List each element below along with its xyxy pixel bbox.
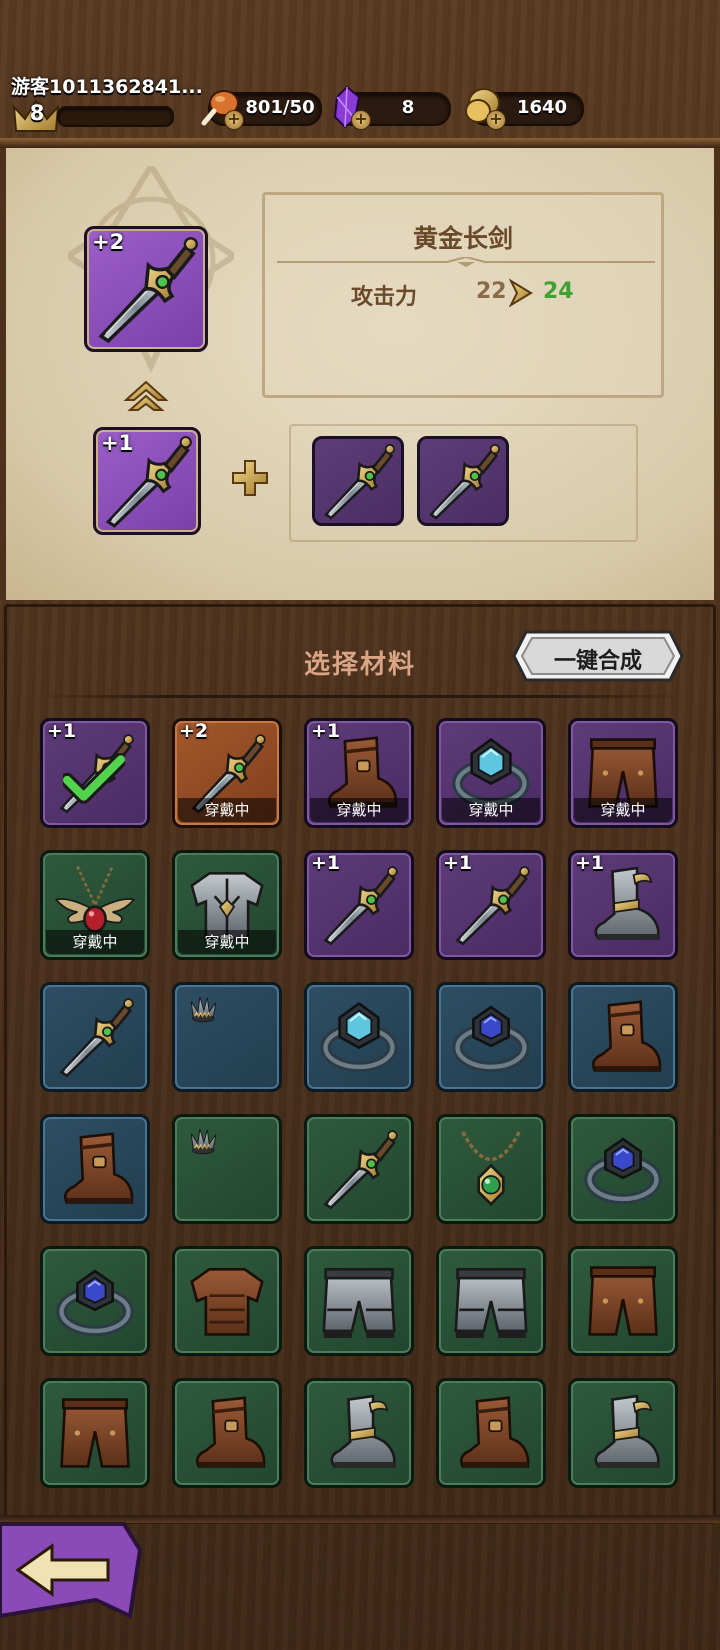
material-cell[interactable]: [304, 1114, 414, 1224]
item-info-box: 黄金长剑 攻击力 22 24: [262, 192, 664, 398]
item-level-badge: +1: [575, 852, 605, 874]
material-cell[interactable]: 穿戴中: [172, 850, 282, 960]
equipped-tag: 穿戴中: [178, 798, 276, 822]
material-cell[interactable]: [436, 982, 546, 1092]
stat-label: 攻击力: [351, 285, 418, 310]
upgrade-result-slot: +2: [84, 226, 208, 352]
ring-icon: [51, 1257, 139, 1345]
stat-new-value: 24: [543, 279, 574, 304]
material-cell[interactable]: +1: [304, 850, 414, 960]
item-level-badge: +2: [179, 720, 209, 742]
necklace-icon: [447, 1125, 535, 1213]
armored-boot-icon: [579, 861, 667, 949]
material-cell[interactable]: [568, 1378, 678, 1488]
result-level-badge: +2: [92, 230, 125, 254]
stat-old-value: 22: [476, 279, 507, 304]
material-cell[interactable]: [172, 1378, 282, 1488]
pants-icon: [579, 1257, 667, 1345]
material-cell[interactable]: +2 穿戴中: [172, 718, 282, 828]
material-cell[interactable]: [304, 1246, 414, 1356]
gold-counter[interactable]: + 1640: [465, 88, 584, 130]
material-cell[interactable]: [568, 982, 678, 1092]
back-arrow-icon[interactable]: [0, 1520, 160, 1620]
auto-merge-label: 一键合成: [553, 649, 642, 674]
sword-icon: [315, 861, 403, 949]
plus-icon: [232, 460, 268, 496]
metal-pants-icon: [315, 1257, 403, 1345]
stamina-value: 801/50: [245, 97, 315, 118]
experience-bar: [57, 106, 174, 127]
sword-icon: [51, 993, 139, 1081]
equipped-tag: 穿戴中: [46, 930, 144, 954]
gem-value: 8: [401, 97, 415, 118]
pants-icon: [51, 1389, 139, 1477]
material-cell[interactable]: [172, 1246, 282, 1356]
armor-icon: [183, 1257, 271, 1345]
material-cell[interactable]: [40, 1246, 150, 1356]
crown-icon: [183, 1125, 271, 1213]
player-level: 8: [29, 101, 45, 125]
material-cell[interactable]: +1: [436, 850, 546, 960]
material-cell[interactable]: [172, 982, 282, 1092]
material-cell[interactable]: 穿戴中: [436, 718, 546, 828]
material-cell[interactable]: [40, 1114, 150, 1224]
top-bar: 游客1011362841... 8 + 801/50 + 8 + 1640: [0, 0, 720, 148]
sword-icon: [447, 861, 535, 949]
boot-icon: [447, 1389, 535, 1477]
item-level-badge: +1: [311, 720, 341, 742]
equipped-tag: 穿戴中: [178, 930, 276, 954]
material-cell[interactable]: [436, 1114, 546, 1224]
sword-icon: [420, 439, 506, 523]
material-cell[interactable]: +1: [568, 850, 678, 960]
check-icon: [63, 753, 125, 805]
sword-icon: [315, 439, 401, 523]
item-level-badge: +1: [311, 852, 341, 874]
boot-icon: [51, 1125, 139, 1213]
material-cell[interactable]: +1: [40, 718, 150, 828]
armored-boot-icon: [315, 1389, 403, 1477]
material-cell[interactable]: [40, 982, 150, 1092]
material-slot-1[interactable]: [312, 436, 404, 526]
title-divider: [34, 695, 686, 698]
source-level-badge: +1: [101, 431, 134, 455]
boot-icon: [579, 993, 667, 1081]
material-cell[interactable]: [436, 1246, 546, 1356]
material-cell[interactable]: +1 穿戴中: [304, 718, 414, 828]
item-level-badge: +1: [443, 852, 473, 874]
metal-pants-icon: [447, 1257, 535, 1345]
divider-ornament: [277, 257, 655, 267]
material-cell[interactable]: [568, 1246, 678, 1356]
material-cell[interactable]: [40, 1378, 150, 1488]
material-cell[interactable]: [568, 1114, 678, 1224]
material-cell[interactable]: [304, 982, 414, 1092]
armored-boot-icon: [579, 1389, 667, 1477]
equipped-tag: 穿戴中: [574, 798, 672, 822]
upgrade-source-slot[interactable]: +1: [93, 427, 201, 535]
arrow-right-icon: [509, 278, 533, 308]
player-name: 游客1011362841...: [11, 76, 203, 98]
ring-icon: [315, 993, 403, 1081]
material-cell[interactable]: [304, 1378, 414, 1488]
upgrade-arrow-icon: [123, 380, 169, 411]
material-cell[interactable]: [436, 1378, 546, 1488]
material-cell[interactable]: [172, 1114, 282, 1224]
ring-icon: [579, 1125, 667, 1213]
item-name: 黄金长剑: [412, 224, 513, 253]
gold-value: 1640: [516, 97, 568, 118]
top-bar-trim: [0, 138, 720, 148]
crown-icon: [183, 993, 271, 1081]
material-selection-section: 选择材料 一键合成 +1 +2 穿戴中 +1 穿戴中 穿戴中 穿戴中 穿戴中 穿戴中 +1 +1 +1: [0, 600, 720, 1650]
auto-merge-button[interactable]: 一键合成: [512, 630, 684, 682]
material-cell[interactable]: 穿戴中: [568, 718, 678, 828]
boot-icon: [183, 1389, 271, 1477]
equipped-tag: 穿戴中: [310, 798, 408, 822]
item-level-badge: +1: [47, 720, 77, 742]
equipped-tag: 穿戴中: [442, 798, 540, 822]
ring-icon: [447, 993, 535, 1081]
stamina-counter[interactable]: + 801/50: [201, 90, 322, 130]
material-cell[interactable]: 穿戴中: [40, 850, 150, 960]
material-slot-2[interactable]: [417, 436, 509, 526]
sword-icon: [315, 1125, 403, 1213]
gem-counter[interactable]: + 8: [333, 85, 451, 130]
